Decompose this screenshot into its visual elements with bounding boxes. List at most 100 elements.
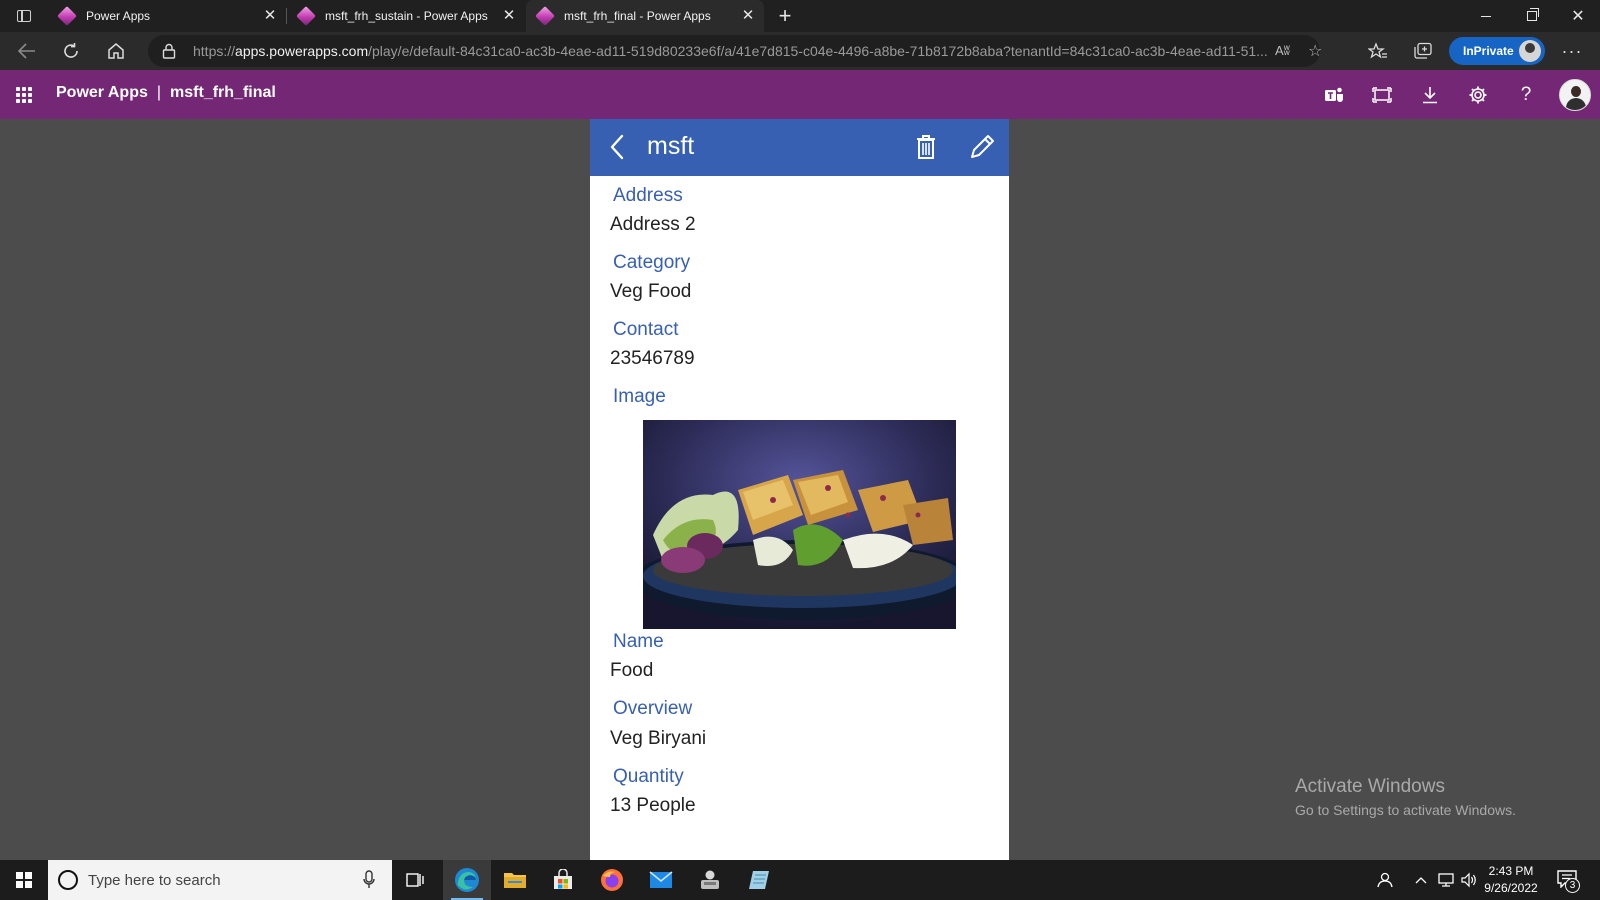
screen-header: msft: [590, 119, 1009, 176]
profile-avatar-icon: [1519, 40, 1541, 62]
minimize-icon: [1481, 15, 1491, 17]
microphone-icon[interactable]: [363, 870, 375, 890]
taskbar-notes[interactable]: [735, 860, 783, 900]
taskbar-app[interactable]: [686, 860, 734, 900]
home-button[interactable]: [100, 35, 132, 67]
settings-button[interactable]: [1465, 82, 1491, 108]
favorites-icon: [1368, 42, 1387, 59]
power-apps-logo-icon: [57, 6, 77, 26]
app-title: Power Apps | msft_frh_final: [56, 84, 276, 102]
help-button[interactable]: ?: [1513, 82, 1539, 108]
tab-actions-button[interactable]: [8, 4, 40, 28]
window-close-button[interactable]: ✕: [1555, 0, 1600, 32]
taskbar-search-box[interactable]: Type here to search: [48, 860, 392, 900]
detail-screen: msft Address Address 2 Category Veg Food…: [590, 119, 1009, 860]
lock-icon[interactable]: [162, 43, 176, 59]
taskbar-mail[interactable]: [637, 860, 685, 900]
field-label-category: Category: [613, 252, 691, 273]
field-value-quantity: 13 People: [610, 795, 696, 816]
taskbar-edge[interactable]: [443, 860, 491, 900]
close-icon[interactable]: ✕: [501, 8, 517, 24]
restore-button[interactable]: [1509, 0, 1555, 32]
url-path: /play/e/default-84c31ca0-ac3b-4eae-ad11-…: [368, 43, 1268, 59]
app-launcher-icon[interactable]: [16, 87, 32, 103]
title-separator: |: [156, 84, 162, 101]
windows-taskbar: Type here to search 2:43 PM 9/26/2022 3: [0, 860, 1600, 900]
fit-to-window-button[interactable]: [1369, 82, 1395, 108]
favorites-button[interactable]: [1362, 35, 1394, 67]
collections-button[interactable]: [1407, 35, 1439, 67]
field-value-overview: Veg Biryani: [610, 728, 707, 749]
tab-title: msft_frh_sustain - Power Apps: [325, 9, 488, 23]
firefox-icon: [601, 869, 623, 891]
field-label-overview: Overview: [613, 698, 693, 719]
back-button[interactable]: [11, 35, 43, 67]
field-label-address: Address: [613, 185, 683, 206]
search-placeholder: Type here to search: [88, 872, 221, 889]
home-icon: [108, 43, 124, 59]
power-apps-logo-icon: [535, 6, 555, 26]
people-button[interactable]: [1372, 860, 1400, 900]
url-text[interactable]: https://apps.powerapps.com/play/e/defaul…: [193, 43, 1273, 59]
close-icon[interactable]: ✕: [740, 8, 756, 24]
screen-title: msft: [647, 132, 695, 160]
taskbar-firefox[interactable]: [588, 860, 636, 900]
network-button[interactable]: [1434, 860, 1458, 900]
app-name: msft_frh_final: [170, 84, 276, 101]
teams-button[interactable]: [1321, 82, 1347, 108]
teams-icon: [1325, 87, 1343, 102]
fit-to-window-icon: [1372, 87, 1392, 103]
settings-more-button[interactable]: ···: [1556, 35, 1588, 67]
browser-tab-msft-frh-final[interactable]: msft_frh_final - Power Apps ✕: [526, 0, 764, 32]
field-label-contact: Contact: [613, 319, 679, 340]
folder-icon: [504, 873, 526, 888]
browser-toolbar: https://apps.powerapps.com/play/e/defaul…: [0, 32, 1600, 70]
read-aloud-icon[interactable]: Aʬ: [1275, 43, 1290, 58]
task-view-button[interactable]: [392, 860, 440, 900]
user-avatar[interactable]: [1559, 79, 1591, 111]
taskbar-clock[interactable]: 2:43 PM 9/26/2022: [1474, 863, 1548, 897]
edge-icon: [455, 868, 479, 892]
field-value-address: Address 2: [610, 214, 696, 235]
show-hidden-icons-button[interactable]: [1410, 860, 1432, 900]
store-icon: [554, 869, 572, 889]
clock-time: 2:43 PM: [1488, 864, 1534, 878]
task-view-icon: [406, 873, 424, 887]
power-apps-header: Power Apps | msft_frh_final ?: [0, 70, 1600, 119]
notes-icon: [749, 871, 769, 889]
browser-tab-msft-frh-sustain[interactable]: msft_frh_sustain - Power Apps ✕: [287, 0, 525, 32]
product-name: Power Apps: [56, 84, 148, 101]
edit-pencil-icon[interactable]: [966, 131, 998, 163]
gear-icon: [1469, 86, 1487, 104]
new-tab-button[interactable]: +: [771, 2, 799, 30]
tab-title: Power Apps: [86, 9, 151, 23]
refresh-icon: [64, 43, 78, 58]
download-button[interactable]: [1417, 82, 1443, 108]
trash-icon[interactable]: [910, 131, 942, 163]
add-favorite-icon[interactable]: ☆: [1308, 41, 1322, 61]
field-value-name: Food: [610, 660, 654, 681]
tab-actions-icon: [17, 10, 31, 22]
taskbar-store[interactable]: [539, 860, 587, 900]
network-icon: [1438, 873, 1454, 887]
back-arrow-icon[interactable]: [602, 131, 634, 163]
app-user-icon: [701, 870, 719, 889]
close-icon[interactable]: ✕: [262, 8, 278, 24]
activate-windows-title: Activate Windows: [1295, 776, 1445, 797]
address-bar[interactable]: https://apps.powerapps.com/play/e/defaul…: [148, 35, 1322, 67]
url-host: apps.powerapps.com: [235, 43, 369, 59]
field-label-image: Image: [613, 386, 666, 407]
mail-icon: [649, 871, 673, 888]
taskbar-file-explorer[interactable]: [491, 860, 539, 900]
inprivate-label: InPrivate: [1463, 44, 1514, 58]
start-button[interactable]: [0, 860, 48, 900]
refresh-button[interactable]: [55, 35, 87, 67]
minimize-button[interactable]: [1463, 0, 1509, 32]
field-label-name: Name: [613, 631, 664, 652]
restore-icon: [1527, 8, 1539, 21]
inprivate-badge[interactable]: InPrivate: [1449, 37, 1545, 65]
clock-date: 9/26/2022: [1484, 881, 1538, 895]
cortana-icon: [58, 870, 78, 890]
field-value-category: Veg Food: [610, 281, 692, 302]
browser-tab-power-apps[interactable]: Power Apps ✕: [48, 0, 286, 32]
